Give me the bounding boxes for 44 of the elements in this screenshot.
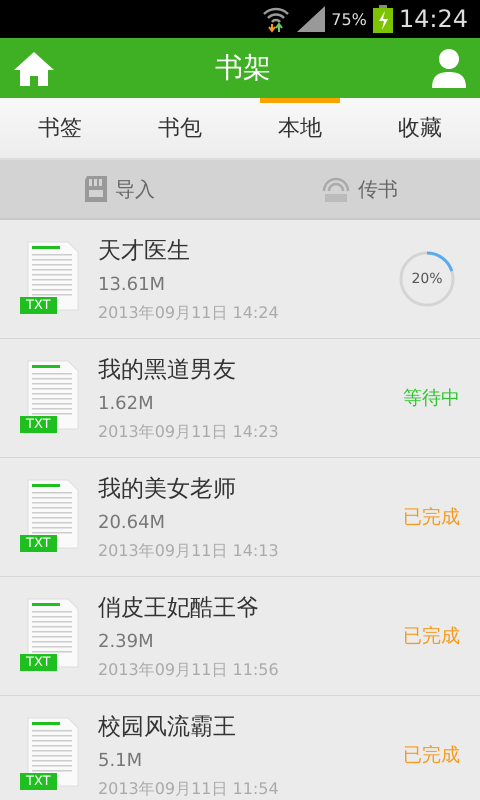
tab[interactable]: 书包 <box>140 98 220 158</box>
document-icon <box>26 240 80 312</box>
file-size: 13.61M <box>98 274 166 294</box>
wifi-icon <box>322 175 350 203</box>
file-type-badge: TXT <box>20 773 57 790</box>
file-size: 1.62M <box>98 392 155 414</box>
book-title: 我的美女老师 <box>98 474 237 504</box>
status-label: 等待中 <box>403 386 460 411</box>
file-date: 2013年09月11日 11:54 <box>98 778 280 800</box>
file-date: 2013年09月11日 11:56 <box>98 660 280 680</box>
file-size: 5.1M <box>98 750 144 770</box>
file-size: 2.39M <box>98 630 155 652</box>
sd-card-icon <box>85 176 107 202</box>
file-type-badge: TXT <box>20 297 57 314</box>
tab[interactable]: 收藏 <box>380 98 460 158</box>
file-date: 2013年09月11日 14:24 <box>98 302 280 324</box>
home-icon[interactable] <box>14 50 54 86</box>
document-icon <box>26 359 80 431</box>
file-date: 2013年09月11日 14:13 <box>98 540 280 562</box>
user-icon[interactable] <box>432 48 466 88</box>
action-label[interactable]: 传书 <box>358 176 398 202</box>
file-type-badge: TXT <box>20 654 57 671</box>
book-title: 我的黑道男友 <box>98 356 237 384</box>
book-title: 天才医生 <box>98 236 191 266</box>
document-icon <box>26 716 80 788</box>
battery-charging-icon <box>372 5 393 33</box>
clock: 14:24 <box>398 5 468 33</box>
file-date: 2013年09月11日 14:23 <box>98 422 280 442</box>
book-title: 俏皮王妃酷王爷 <box>98 594 260 622</box>
progress-reading: 20% <box>410 270 444 289</box>
signal-icon <box>297 6 326 32</box>
file-size: 20.64M <box>98 512 166 532</box>
status-label: 已完成 <box>403 743 460 768</box>
file-type-badge: TXT <box>20 416 57 433</box>
header-title: 书架 <box>215 50 271 86</box>
action-label[interactable]: 导入 <box>115 176 155 202</box>
tab[interactable]: 书签 <box>20 98 100 158</box>
document-icon <box>26 597 80 669</box>
file-type-badge: TXT <box>20 535 57 552</box>
book-title: 校园风流霸王 <box>98 712 237 742</box>
battery-percent: 75% <box>331 10 367 28</box>
status-label: 已完成 <box>403 505 460 530</box>
document-icon <box>26 478 80 550</box>
status-label: 已完成 <box>403 624 460 649</box>
